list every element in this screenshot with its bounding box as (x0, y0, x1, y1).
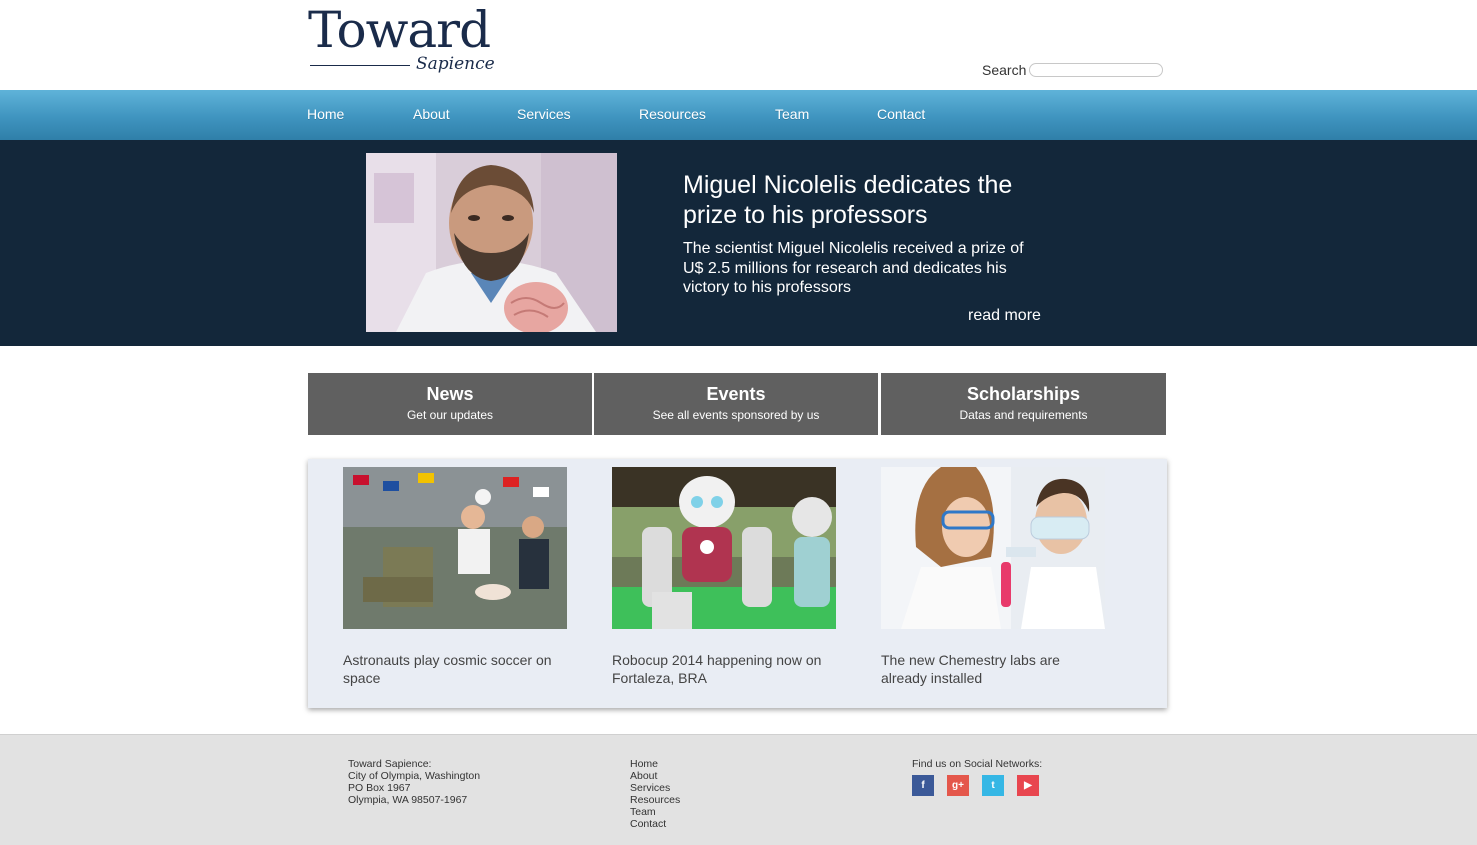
footer-link-home[interactable]: Home (630, 758, 680, 770)
events-box[interactable]: Events See all events sponsored by us (594, 373, 878, 435)
hero-summary: The scientist Miguel Nicolelis received … (683, 240, 1024, 296)
astronauts-image (343, 467, 567, 629)
footer: Toward Sapience: City of Olympia, Washin… (0, 734, 1477, 845)
footer-address: Toward Sapience: City of Olympia, Washin… (348, 758, 480, 806)
logo-main-text: Toward (308, 1, 491, 59)
twitter-icon[interactable]: t (982, 775, 1004, 796)
footer-link-contact[interactable]: Contact (630, 818, 680, 830)
address-line: PO Box 1967 (348, 782, 411, 794)
nav-item-resources[interactable]: Resources (639, 106, 706, 122)
scholarships-box-title: Scholarships (966, 384, 1081, 404)
article-card: The new Chemestry labs are already insta… (881, 467, 1105, 687)
scholarships-box[interactable]: Scholarships Datas and requirements (881, 373, 1166, 435)
events-box-subtitle: See all events sponsored by us (652, 408, 820, 422)
nav-item-about[interactable]: About (413, 106, 450, 122)
footer-link-about[interactable]: About (630, 770, 680, 782)
logo-rule (310, 65, 410, 66)
facebook-icon[interactable]: f (912, 775, 934, 796)
google-plus-icon[interactable]: g+ (947, 775, 969, 796)
scholarships-box-subtitle: Datas and requirements (959, 408, 1088, 422)
article-image-robocup[interactable] (612, 467, 836, 629)
news-box-subtitle: Get our updates (406, 408, 494, 422)
article-image-soccer[interactable] (343, 467, 567, 629)
logo-sub-text: Sapience (416, 54, 495, 74)
article-image-chemistry[interactable] (881, 467, 1105, 629)
scientist-portrait-image (366, 153, 617, 332)
footer-link-services[interactable]: Services (630, 782, 680, 794)
social-title: Find us on Social Networks: (912, 758, 1043, 770)
footer-link-team[interactable]: Team (630, 806, 680, 818)
address-line: Olympia, WA 98507-1967 (348, 794, 468, 806)
article-caption[interactable]: Robocup 2014 happening now on Fortaleza,… (612, 651, 836, 687)
page: Toward Sapience Search Home About Servic… (0, 0, 1477, 845)
footer-link-resources[interactable]: Resources (630, 794, 680, 806)
article-caption[interactable]: Astronauts play cosmic soccer on space (343, 651, 567, 687)
articles-panel: Astronauts play cosmic soccer on space R… (308, 459, 1167, 708)
youtube-icon[interactable]: ▶ (1017, 775, 1039, 796)
nav-item-services[interactable]: Services (517, 106, 571, 122)
main-nav: Home About Services Resources Team Conta… (0, 90, 1477, 140)
footer-links: Home About Services Resources Team Conta… (630, 758, 680, 830)
nav-item-team[interactable]: Team (775, 106, 809, 122)
article-caption[interactable]: The new Chemestry labs are already insta… (881, 651, 1105, 687)
robots-image (612, 467, 836, 629)
nav-item-home[interactable]: Home (307, 106, 344, 122)
address-line: Toward Sapience: (348, 758, 432, 770)
social-links: f g+ t ▶ (912, 775, 1052, 796)
events-box-title: Events (706, 384, 766, 404)
news-box[interactable]: News Get our updates (308, 373, 592, 435)
header: Toward Sapience Search (0, 0, 1477, 90)
read-more-link[interactable]: read more (968, 307, 1041, 325)
search-box: Search (982, 60, 1164, 80)
article-card: Robocup 2014 happening now on Fortaleza,… (612, 467, 836, 687)
search-label: Search (982, 62, 1027, 78)
chemistry-lab-image (881, 467, 1105, 629)
site-logo[interactable]: Toward Sapience (308, 1, 495, 82)
article-card: Astronauts play cosmic soccer on space (343, 467, 567, 687)
news-box-title: News (426, 384, 474, 404)
hero-title[interactable]: Miguel Nicolelis dedicates the prize to … (683, 170, 1043, 230)
address-line: City of Olympia, Washington (348, 770, 481, 782)
hero-banner: Miguel Nicolelis dedicates the prize to … (0, 140, 1477, 346)
hero-photo[interactable] (366, 153, 617, 332)
search-input[interactable] (1029, 63, 1164, 77)
nav-item-contact[interactable]: Contact (877, 106, 925, 122)
